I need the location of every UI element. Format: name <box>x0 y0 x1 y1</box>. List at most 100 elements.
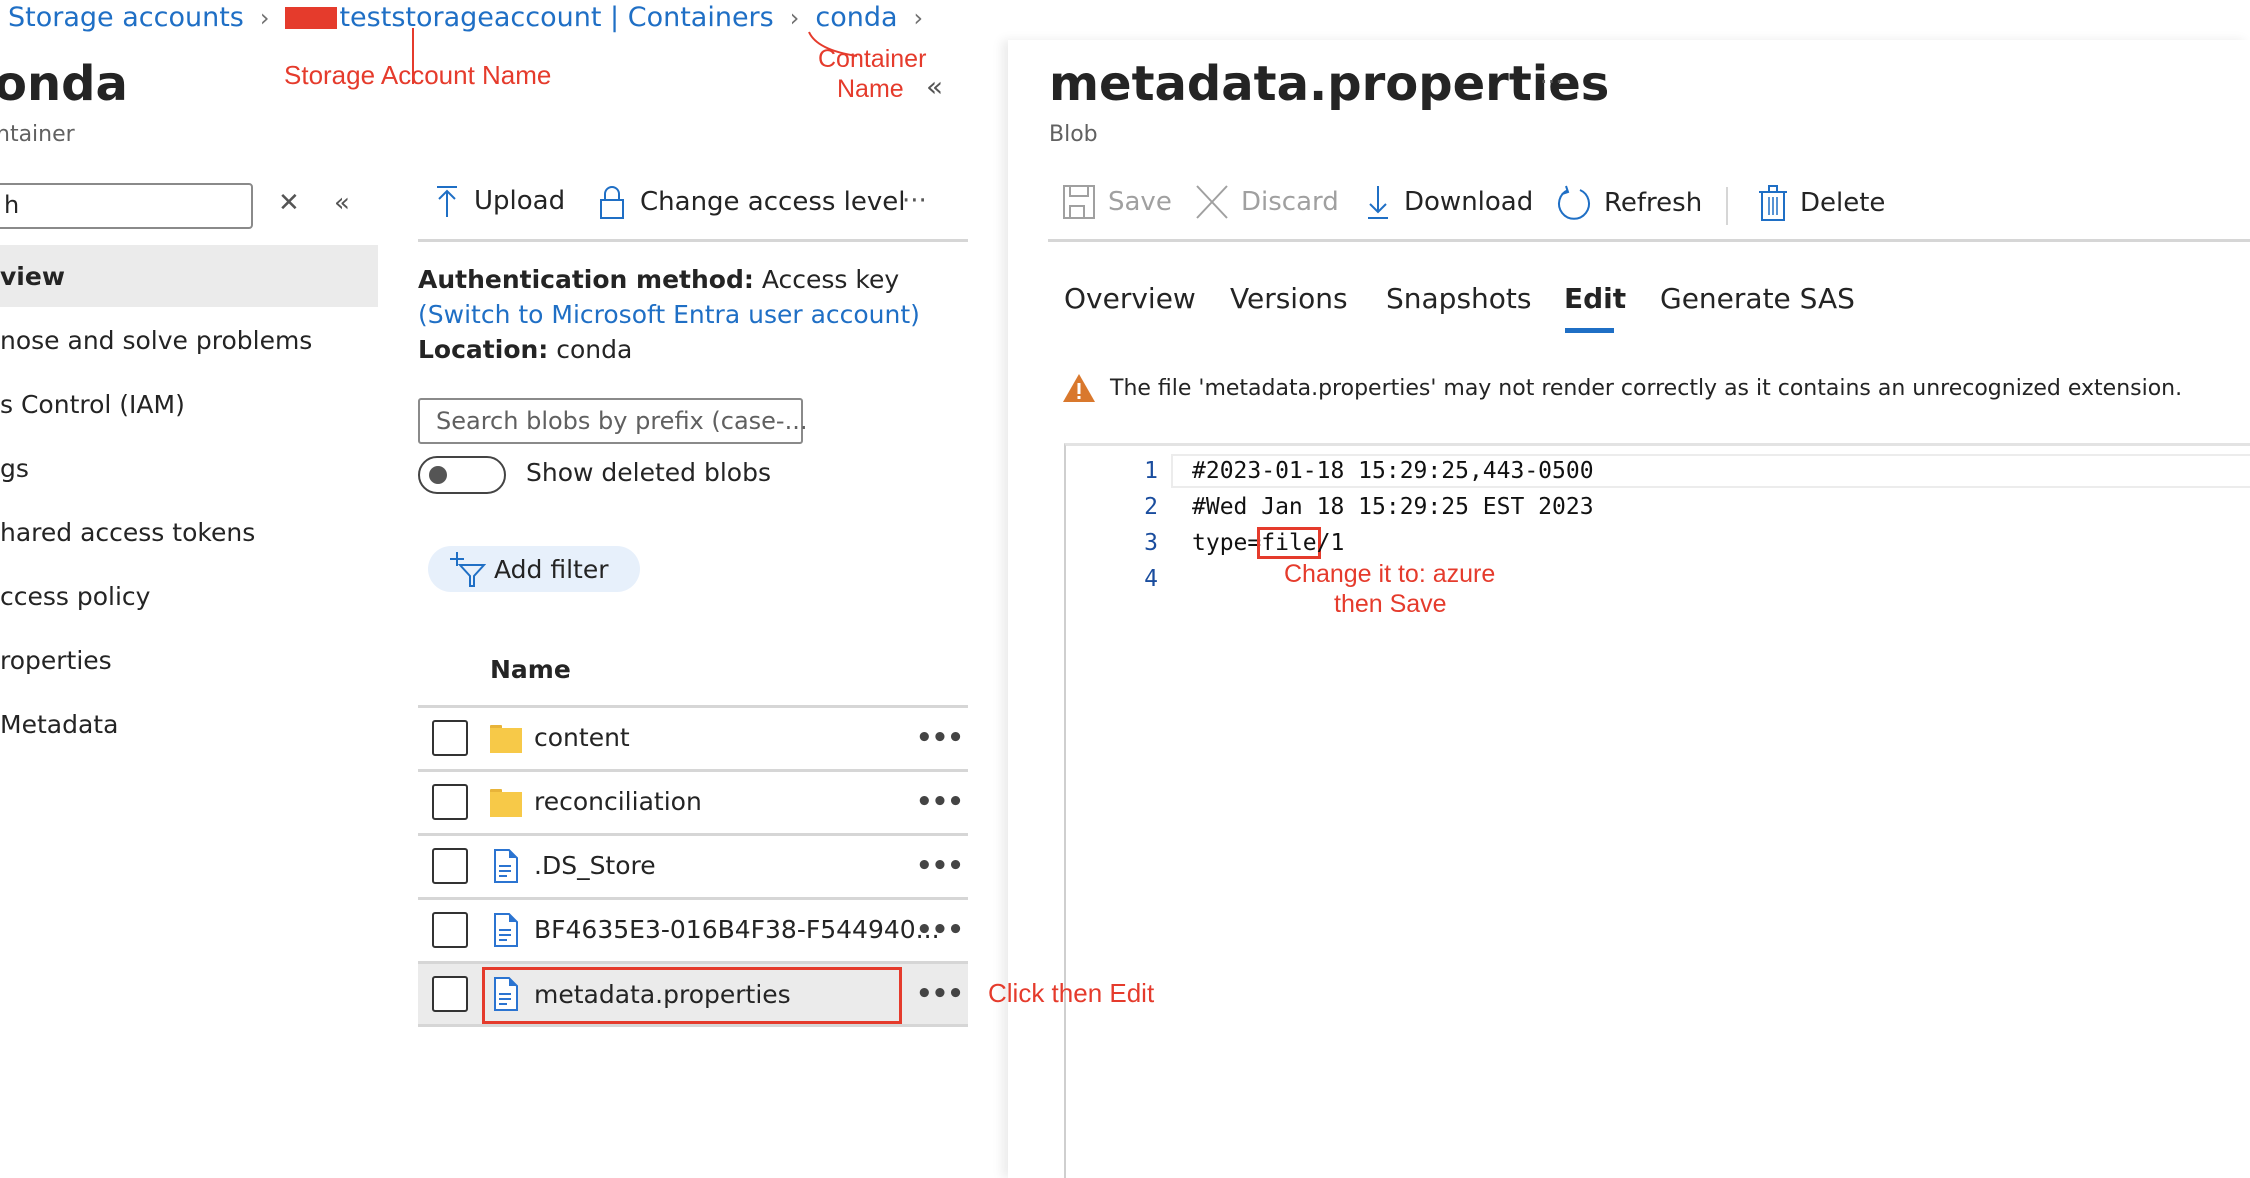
collapse-panel-icon[interactable]: « <box>926 70 943 103</box>
sidebar-item-label: Metadata <box>0 709 119 739</box>
sidebar-item-label: view <box>0 261 65 291</box>
lock-icon <box>600 186 624 219</box>
row-checkbox[interactable] <box>432 976 468 1012</box>
row-name[interactable]: content <box>534 723 630 752</box>
file-icon <box>494 848 518 883</box>
annotation-change-line2: then Save <box>1334 590 1447 618</box>
editor-line: 3 type=file/1 <box>1066 526 2250 562</box>
row-more-icon[interactable]: ••• <box>916 979 964 1009</box>
chevron-right-icon: › <box>259 3 270 32</box>
download-button[interactable]: Download <box>1364 184 1533 220</box>
annotation-click-then-edit: Click then Edit <box>988 978 1155 1008</box>
row-name[interactable]: .DS_Store <box>534 851 656 880</box>
location-value: conda <box>556 335 633 364</box>
sidebar-item-properties[interactable]: roperties <box>0 629 378 691</box>
sidebar-item-overview[interactable]: view <box>0 245 378 307</box>
refresh-icon <box>1558 185 1590 220</box>
file-icon <box>494 977 518 1011</box>
sidebar-item-metadata[interactable]: Metadata <box>0 693 378 755</box>
tab-versions[interactable]: Versions <box>1230 282 1348 315</box>
tab-edit[interactable]: Edit <box>1564 282 1626 315</box>
table-row[interactable]: content ••• <box>418 705 968 767</box>
line-text[interactable]: #2023-01-18 15:29:25,443-0500 <box>1192 458 1594 484</box>
upload-button[interactable]: Upload <box>434 184 565 218</box>
line-number: 2 <box>1144 494 1158 520</box>
upload-label: Upload <box>474 186 566 216</box>
change-access-level-button[interactable]: Change access level <box>598 184 906 220</box>
close-icon[interactable]: ✕ <box>278 188 300 218</box>
warning-icon <box>1063 374 1095 402</box>
blob-search-input[interactable]: Search blobs by prefix (case-... <box>418 398 807 444</box>
blob-title: metadata.properties <box>1049 56 1610 112</box>
refresh-label: Refresh <box>1604 188 1703 218</box>
line-text-suffix: /1 <box>1316 530 1345 556</box>
line-text-prefix: type= <box>1192 530 1262 556</box>
row-more-icon[interactable]: ••• <box>916 915 964 945</box>
location-label: Location: <box>418 335 549 364</box>
toolbar-divider <box>1048 239 2250 242</box>
row-more-icon[interactable]: ••• <box>916 723 964 753</box>
more-options-icon[interactable]: ··· <box>902 186 927 216</box>
row-name[interactable]: metadata.properties <box>534 980 791 1009</box>
line-number: 4 <box>1144 566 1158 592</box>
row-name[interactable]: BF4635E3-016B4F38-F544940... <box>534 915 940 944</box>
add-filter-icon <box>450 552 486 587</box>
trash-icon <box>1759 185 1787 221</box>
row-checkbox[interactable] <box>432 847 468 884</box>
annotation-highlight-value: file <box>1257 527 1321 559</box>
row-checkbox[interactable] <box>432 783 468 820</box>
double-chevron-left-icon[interactable]: « <box>334 188 350 218</box>
page-title: onda <box>0 56 128 112</box>
editor-line: 4 <box>1066 562 2250 598</box>
page-subtitle: ntainer <box>0 122 75 147</box>
table-row[interactable]: BF4635E3-016B4F38-F544940... ••• <box>418 897 968 959</box>
table-row[interactable]: .DS_Store ••• <box>418 833 968 895</box>
row-checkbox[interactable] <box>432 719 468 756</box>
editor-line: 2 #Wed Jan 18 15:29:25 EST 2023 <box>1066 490 2250 526</box>
save-icon <box>1063 185 1095 219</box>
tab-snapshots[interactable]: Snapshots <box>1386 282 1531 315</box>
discard-button[interactable]: Discard <box>1195 184 1339 220</box>
download-icon <box>1368 186 1388 219</box>
folder-icon <box>490 724 522 753</box>
sidebar-item-diagnose[interactable]: nose and solve problems <box>0 309 378 371</box>
line-number: 3 <box>1144 530 1158 556</box>
code-editor[interactable]: 1 #2023-01-18 15:29:25,443-0500 2 #Wed J… <box>1064 443 2250 1178</box>
annotation-change-line1: Change it to: azure <box>1284 560 1496 588</box>
save-button[interactable]: Save <box>1062 184 1172 220</box>
annotation-container-name-line1: Container <box>818 45 927 73</box>
discard-label: Discard <box>1241 187 1339 217</box>
sidebar-item-settings[interactable]: gs <box>0 437 378 499</box>
breadcrumb-storage-accounts[interactable]: Storage accounts <box>8 2 244 33</box>
row-checkbox[interactable] <box>432 911 468 948</box>
line-text[interactable]: type=file/1 <box>1192 527 1345 559</box>
add-filter-button[interactable]: Add filter <box>428 546 640 592</box>
sidebar-search-input[interactable]: h <box>0 183 253 229</box>
chevron-right-icon: › <box>913 3 924 32</box>
refresh-button[interactable]: Refresh <box>1556 184 1702 222</box>
sidebar-item-access-policy[interactable]: ccess policy <box>0 565 378 627</box>
active-tab-indicator <box>1565 328 1614 333</box>
show-deleted-toggle[interactable] <box>418 456 506 494</box>
sidebar-item-label: roperties <box>0 645 112 675</box>
row-name[interactable]: reconciliation <box>534 787 702 816</box>
row-more-icon[interactable]: ••• <box>916 851 964 881</box>
sidebar-item-shared-access-tokens[interactable]: hared access tokens <box>0 501 378 563</box>
table-row[interactable]: reconciliation ••• <box>418 769 968 831</box>
line-text[interactable]: #Wed Jan 18 15:29:25 EST 2023 <box>1192 494 1594 520</box>
show-deleted-label: Show deleted blobs <box>526 458 771 487</box>
blob-more-icon[interactable]: ··· <box>1540 68 1563 96</box>
file-icon <box>494 912 518 947</box>
sidebar-item-iam[interactable]: s Control (IAM) <box>0 373 378 435</box>
breadcrumb-container[interactable]: conda <box>815 2 897 33</box>
add-filter-label: Add filter <box>494 554 609 584</box>
row-more-icon[interactable]: ••• <box>916 787 964 817</box>
switch-auth-link[interactable]: (Switch to Microsoft Entra user account) <box>418 300 920 329</box>
table-row-selected[interactable]: metadata.properties ••• <box>418 961 968 1027</box>
column-header-name[interactable]: Name <box>490 655 571 684</box>
annotation-container-name-line2: Name <box>837 75 904 103</box>
delete-button[interactable]: Delete <box>1758 184 1885 222</box>
auth-method-value: Access key <box>761 265 900 294</box>
tab-overview[interactable]: Overview <box>1064 282 1196 315</box>
tab-generate-sas[interactable]: Generate SAS <box>1660 282 1855 315</box>
